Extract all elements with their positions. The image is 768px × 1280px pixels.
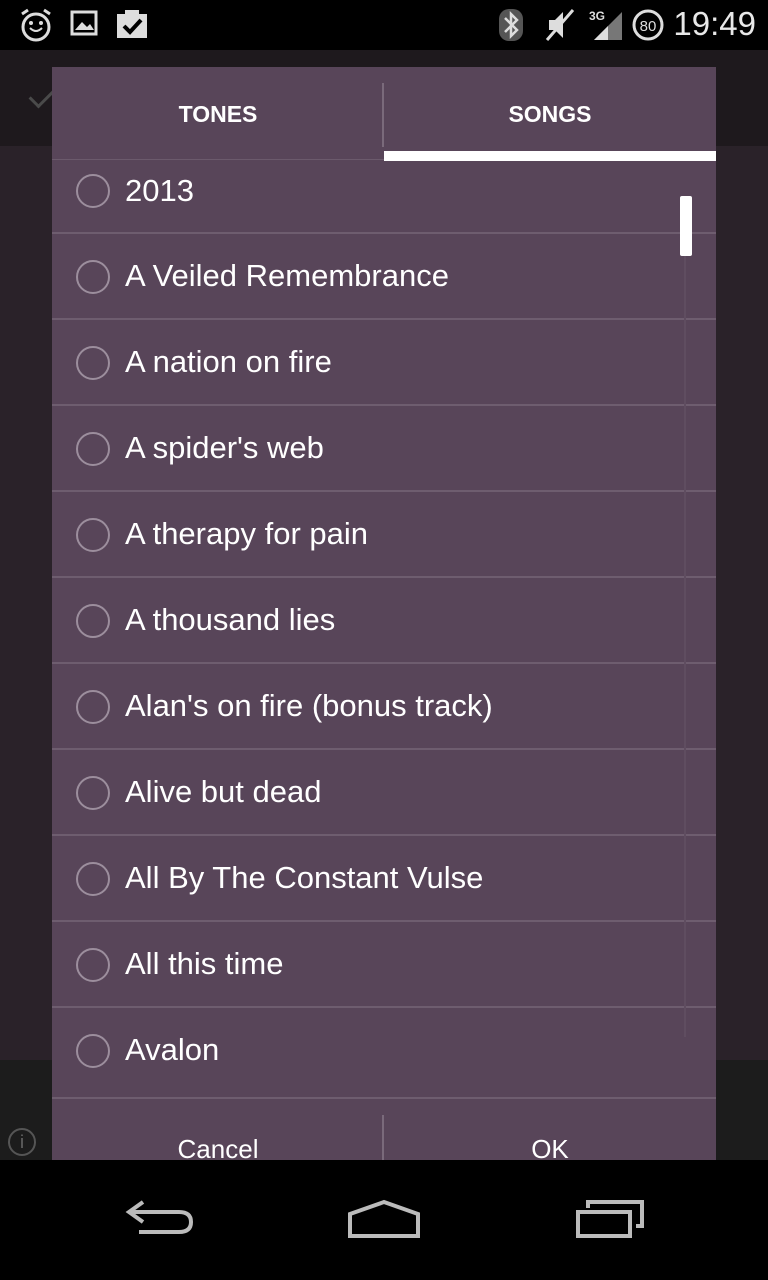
radio-button[interactable] [76,690,110,724]
radio-button[interactable] [76,174,110,208]
song-item[interactable]: All By The Constant Vulse [52,836,716,922]
song-item[interactable]: Alive but dead [52,750,716,836]
songs-list[interactable]: 2013 A Veiled Remembrance A nation on fi… [52,161,716,1091]
radio-button[interactable] [76,862,110,896]
song-title: A spider's web [125,430,324,465]
back-button[interactable] [115,1190,205,1250]
radio-button[interactable] [76,518,110,552]
bluetooth-icon [498,8,524,47]
svg-text:80: 80 [640,18,657,35]
scrollbar-track [684,197,686,1037]
signal-icon: 3G [588,8,624,47]
status-bar: 3G 80 19:49 [0,0,768,50]
radio-button[interactable] [76,260,110,294]
song-title: Alan's on fire (bonus track) [125,688,493,723]
song-item[interactable]: Avalon [52,1008,716,1091]
ringtone-picker-dialog: TONES SONGS 2013 A Veiled Remembrance A … [52,67,716,1160]
image-icon [70,8,98,43]
song-item[interactable]: A therapy for pain [52,492,716,578]
song-item[interactable]: Alan's on fire (bonus track) [52,664,716,750]
tab-songs[interactable]: SONGS [384,67,716,160]
song-item[interactable]: A Veiled Remembrance [52,234,716,320]
tab-bar: TONES SONGS [52,67,716,161]
radio-button[interactable] [76,346,110,380]
song-item[interactable]: All this time [52,922,716,1008]
ok-button[interactable]: OK [384,1099,716,1160]
song-title: A thousand lies [125,602,336,637]
selected-tab-indicator [384,151,716,161]
status-time: 19:49 [673,5,756,42]
home-button[interactable] [340,1190,430,1250]
song-title: All By The Constant Vulse [125,860,484,895]
battery-icon: 80 [631,8,665,47]
cancel-button[interactable]: Cancel [52,1099,384,1160]
radio-button[interactable] [76,948,110,982]
back-icon [125,1200,194,1234]
song-title: A therapy for pain [125,516,368,551]
song-title: Avalon [125,1032,220,1067]
home-icon [348,1199,420,1238]
scrollbar-thumb[interactable] [680,196,692,256]
radio-button[interactable] [76,604,110,638]
song-title: A nation on fire [125,344,332,379]
song-title: Alive but dead [125,774,322,809]
song-title: All this time [125,946,284,981]
radio-button[interactable] [76,432,110,466]
svg-text:3G: 3G [589,9,605,23]
recent-apps-button[interactable] [568,1190,658,1250]
song-item[interactable]: A spider's web [52,406,716,492]
info-icon: i [8,1128,36,1156]
radio-button[interactable] [76,1034,110,1068]
navigation-bar [0,1160,768,1280]
song-title: 2013 [125,173,194,208]
song-item[interactable]: A thousand lies [52,578,716,664]
song-item[interactable]: A nation on fire [52,320,716,406]
alarm-icon [18,8,54,47]
checklist-icon [115,8,149,45]
song-title: A Veiled Remembrance [125,258,449,293]
mute-icon [545,8,575,47]
radio-button[interactable] [76,776,110,810]
tab-tones[interactable]: TONES [52,67,384,160]
song-item[interactable]: 2013 [52,161,716,234]
dialog-buttons: Cancel OK [52,1097,716,1160]
recent-apps-icon [576,1200,644,1238]
